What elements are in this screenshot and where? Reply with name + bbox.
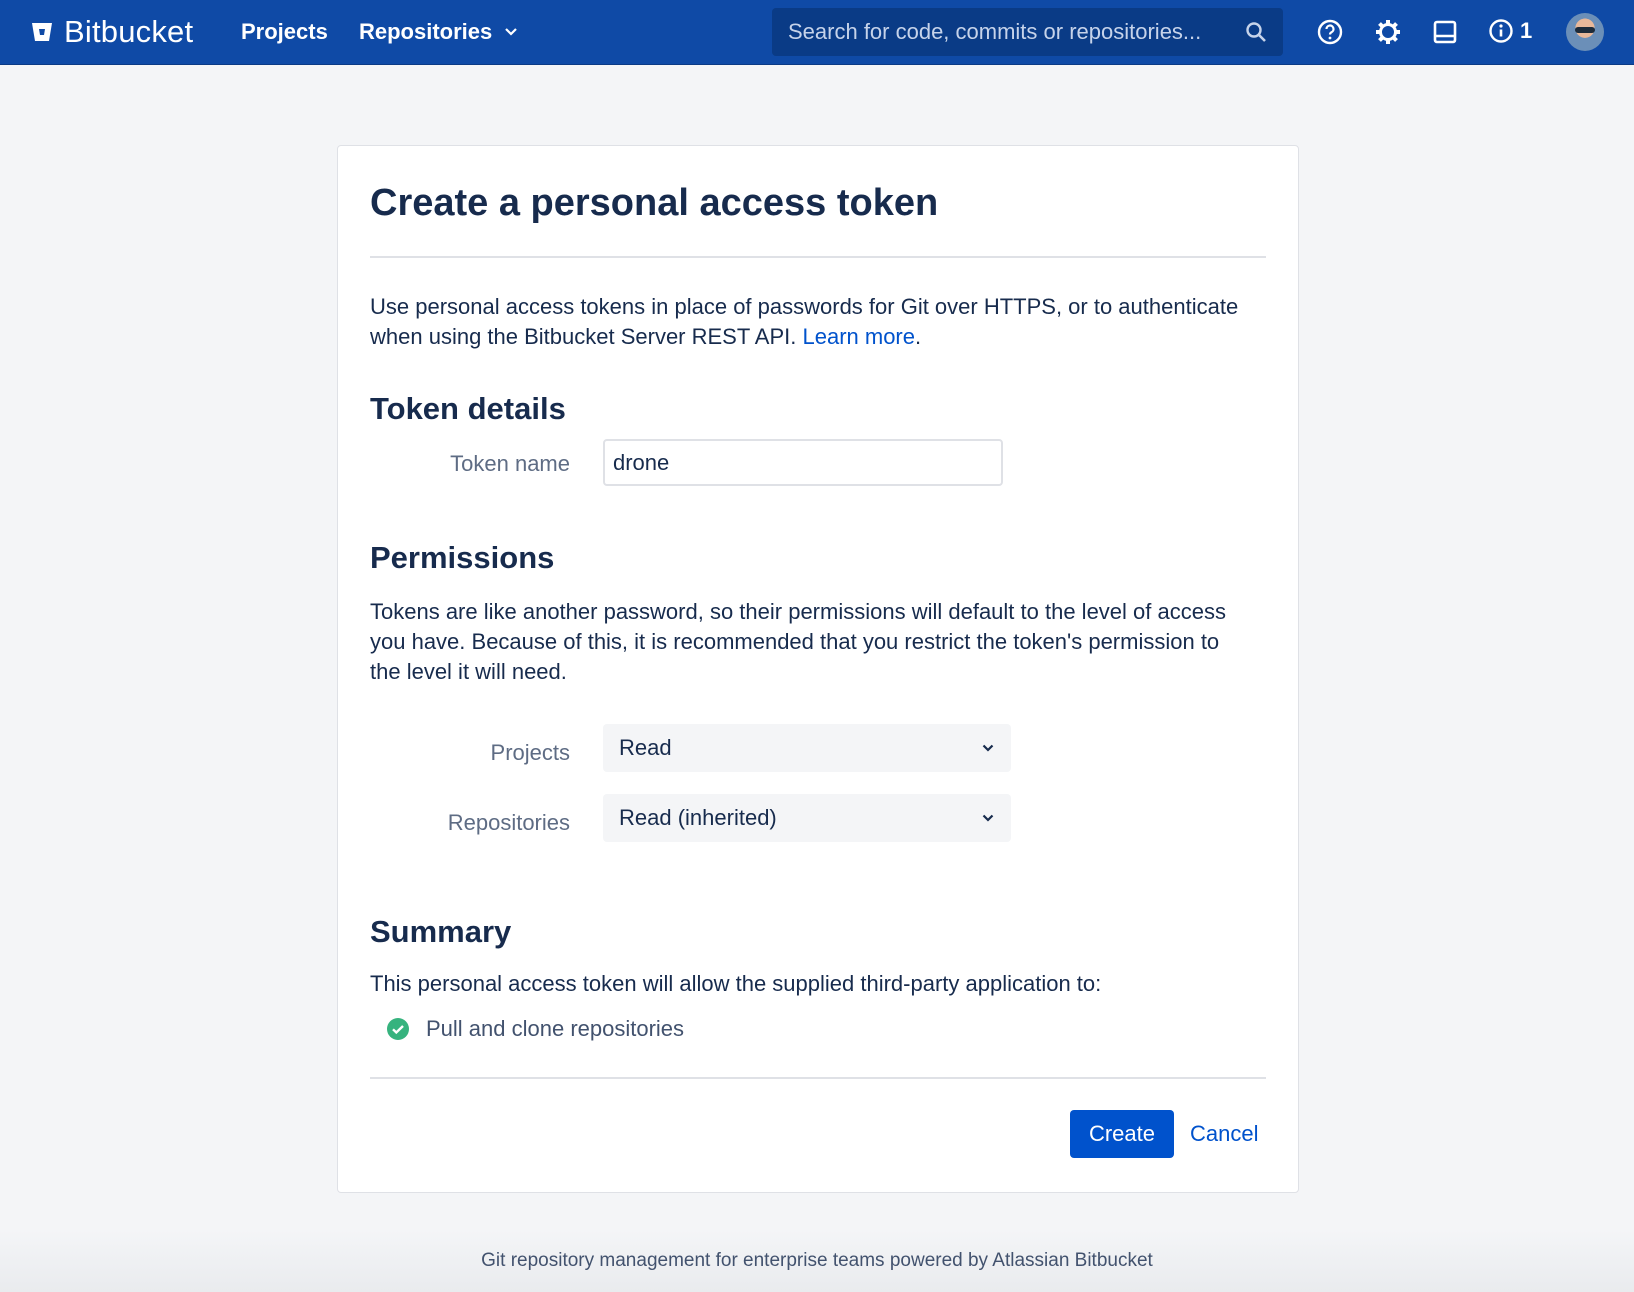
chevron-down-icon [982, 744, 994, 752]
projects-permission-label: Projects [490, 740, 570, 765]
bitbucket-logo-icon [32, 23, 52, 41]
chevron-down-icon [505, 28, 518, 36]
title-divider [370, 256, 1266, 258]
footer-text: Git repository management for enterprise… [481, 1250, 1153, 1271]
search-input[interactable] [788, 19, 1245, 45]
create-token-panel: Create a personal access token Use perso… [337, 145, 1299, 1193]
search-icon[interactable] [1245, 21, 1267, 43]
notifications[interactable]: 1 [1488, 18, 1532, 44]
summary-item-label: Pull and clone repositories [426, 1016, 685, 1041]
gear-icon[interactable] [1374, 18, 1402, 46]
nav-projects[interactable]: Projects [241, 19, 328, 45]
permissions-heading: Permissions [370, 540, 555, 575]
brand-name: Bitbucket [64, 14, 194, 49]
cancel-link[interactable]: Cancel [1190, 1121, 1258, 1147]
top-navigation-bar: Bitbucket Projects Repositories Search f… [0, 0, 1634, 65]
learn-more-link[interactable]: Learn more [802, 324, 915, 349]
check-circle-icon [387, 1018, 409, 1040]
intro-end: . [915, 324, 922, 349]
notification-count: 1 [1520, 18, 1533, 43]
actions-divider [370, 1077, 1266, 1079]
bitbucket-logo[interactable]: Bitbucket [30, 14, 193, 50]
projects-permission-select[interactable]: Read [603, 724, 1011, 772]
summary-list-item: Pull and clone repositories [386, 1016, 684, 1042]
nav-repositories[interactable]: Repositories [359, 19, 518, 45]
create-button[interactable]: Create [1070, 1110, 1174, 1158]
repositories-permission-value: Read (inherited) [619, 805, 777, 830]
user-avatar[interactable] [1566, 13, 1604, 51]
inbox-icon[interactable] [1431, 18, 1459, 46]
search-box[interactable] [772, 8, 1283, 56]
nav-repositories-label: Repositories [359, 19, 493, 44]
token-details-heading: Token details [370, 391, 566, 426]
repositories-permission-label: Repositories [447, 810, 570, 835]
projects-permission-value: Read [619, 735, 672, 760]
page-title: Create a personal access token [370, 182, 939, 224]
token-name-input[interactable] [603, 439, 1003, 486]
chevron-down-icon [982, 814, 994, 822]
info-icon [1489, 19, 1513, 43]
help-icon[interactable] [1316, 18, 1344, 46]
permissions-description: Tokens are like another password, so the… [370, 599, 1226, 684]
repositories-permission-select[interactable]: Read (inherited) [603, 794, 1011, 842]
summary-heading: Summary [370, 914, 512, 949]
intro-text: Use personal access tokens in place of p… [370, 292, 1250, 352]
token-name-label: Token name [450, 451, 570, 476]
summary-text: This personal access token will allow th… [370, 971, 1102, 996]
